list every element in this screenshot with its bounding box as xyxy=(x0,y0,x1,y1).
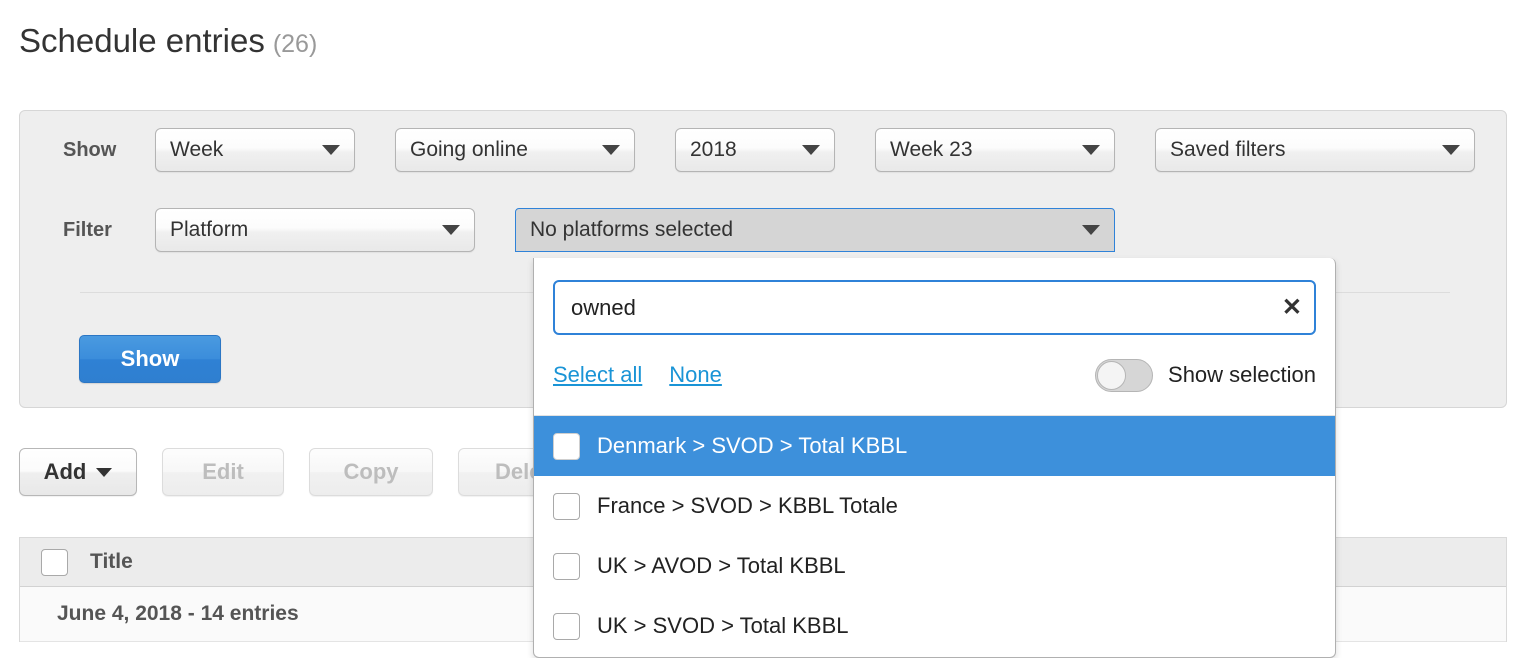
chevron-down-icon xyxy=(802,145,820,155)
page-title: Schedule entries (26) xyxy=(19,22,317,60)
saved-filters-select[interactable]: Saved filters xyxy=(1155,128,1475,172)
platform-option-label: UK > AVOD > Total KBBL xyxy=(597,553,846,578)
date-basis-value: Going online xyxy=(410,138,528,161)
platform-option[interactable]: Denmark > SVOD > Total KBBL xyxy=(534,416,1335,476)
period-type-value: Week xyxy=(170,138,224,161)
chevron-down-icon xyxy=(1442,145,1460,155)
chevron-down-icon xyxy=(322,145,340,155)
chevron-down-icon xyxy=(602,145,620,155)
show-row: Show Week Going online 2018 Week 23 Save… xyxy=(20,126,1506,174)
platform-option-checkbox[interactable] xyxy=(553,552,580,580)
edit-button[interactable]: Edit xyxy=(162,448,284,496)
show-selection-toggle[interactable] xyxy=(1095,358,1154,392)
saved-filters-value: Saved filters xyxy=(1170,138,1286,161)
dropdown-tools: Select all None Show selection xyxy=(553,357,1316,393)
select-all-rows-checkbox[interactable] xyxy=(40,548,68,576)
year-value: 2018 xyxy=(690,138,737,161)
filter-type-value: Platform xyxy=(170,218,249,241)
chevron-down-icon xyxy=(96,467,113,477)
platform-option-label: France > SVOD > KBBL Totale xyxy=(597,493,898,518)
chevron-down-icon xyxy=(442,225,460,235)
date-basis-select[interactable]: Going online xyxy=(395,128,635,172)
platform-option[interactable]: UK > AVOD > Total KBBL xyxy=(534,536,1335,596)
platform-option-list: Denmark > SVOD > Total KBBL France > SVO… xyxy=(534,415,1335,656)
copy-button[interactable]: Copy xyxy=(309,448,433,496)
platform-dropdown-panel: ✕ Select all None Show selection Denmark… xyxy=(533,258,1336,658)
dropdown-search-wrap: ✕ xyxy=(553,280,1316,335)
platform-option-checkbox[interactable] xyxy=(553,492,580,520)
platform-option-label: Denmark > SVOD > Total KBBL xyxy=(597,433,908,458)
week-value: Week 23 xyxy=(890,138,973,161)
filter-row-label: Filter xyxy=(63,218,112,241)
clear-icon[interactable]: ✕ xyxy=(1282,295,1302,320)
chevron-down-icon xyxy=(1082,225,1100,235)
platform-multiselect-trigger[interactable]: No platforms selected xyxy=(515,208,1115,252)
select-none-link[interactable]: None xyxy=(669,362,722,388)
platform-option-checkbox[interactable] xyxy=(553,612,580,640)
show-row-label: Show xyxy=(63,138,117,161)
filter-row: Filter Platform No platforms selected xyxy=(20,206,1506,254)
page-title-text: Schedule entries xyxy=(19,22,265,59)
filter-type-select[interactable]: Platform xyxy=(155,208,475,252)
select-all-link[interactable]: Select all xyxy=(553,362,642,388)
platform-option[interactable]: France > SVOD > KBBL Totale xyxy=(534,476,1335,536)
platform-option[interactable]: UK > SVOD > Total KBBL xyxy=(534,596,1335,656)
page-title-count: (26) xyxy=(272,30,318,58)
toggle-knob xyxy=(1097,360,1127,390)
platform-multiselect-value: No platforms selected xyxy=(530,218,734,241)
platform-option-checkbox[interactable] xyxy=(553,432,580,460)
action-toolbar: Add Edit Copy Delete xyxy=(19,448,598,496)
year-select[interactable]: 2018 xyxy=(675,128,835,172)
add-button[interactable]: Add xyxy=(19,448,137,496)
period-type-select[interactable]: Week xyxy=(155,128,355,172)
platform-option-label: UK > SVOD > Total KBBL xyxy=(597,613,849,638)
chevron-down-icon xyxy=(1082,145,1100,155)
dropdown-search-input[interactable] xyxy=(553,280,1316,335)
select-all-rows-cell xyxy=(20,548,88,576)
week-select[interactable]: Week 23 xyxy=(875,128,1115,172)
show-selection-label: Show selection xyxy=(1168,362,1316,387)
show-button[interactable]: Show xyxy=(79,335,221,383)
add-button-label: Add xyxy=(43,459,87,484)
